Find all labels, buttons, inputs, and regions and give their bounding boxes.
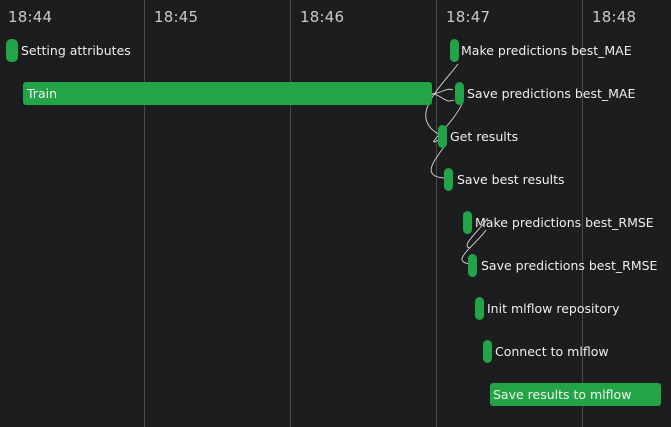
task-label[interactable]: Setting attributes (21, 39, 131, 62)
time-tick-label: 18:44 (8, 8, 53, 26)
task-bar-train[interactable] (23, 82, 432, 105)
task-label[interactable]: Make predictions best_RMSE (475, 211, 654, 234)
task-bar-make-predictions-best-mae[interactable] (450, 39, 459, 62)
time-gridline (144, 0, 145, 427)
task-label[interactable]: Connect to mlflow (495, 340, 609, 363)
time-gridline (436, 0, 437, 427)
task-label[interactable]: Save best results (457, 168, 565, 191)
task-bar-get-results[interactable] (438, 125, 447, 148)
task-bar-save-best-results[interactable] (444, 168, 453, 191)
task-bar-save-predictions-best-mae[interactable] (455, 82, 464, 105)
time-tick-label: 18:47 (446, 8, 491, 26)
time-tick-label: 18:45 (154, 8, 199, 26)
task-label[interactable]: Save predictions best_RMSE (481, 254, 657, 277)
task-label[interactable]: Save predictions best_MAE (467, 82, 635, 105)
dependency-arrow (430, 88, 454, 95)
time-tick-label: 18:46 (300, 8, 345, 26)
time-tick-label: 18:48 (592, 8, 637, 26)
task-label[interactable]: Init mlflow repository (487, 297, 620, 320)
task-label[interactable]: Make predictions best_MAE (461, 39, 632, 62)
time-gridline (290, 0, 291, 427)
dependency-arrow (430, 93, 455, 102)
task-bar-make-predictions-best-rmse[interactable] (463, 211, 472, 234)
task-bar-save-predictions-best-rmse[interactable] (468, 254, 477, 277)
task-bar-setting-attributes[interactable] (6, 39, 18, 62)
task-label[interactable]: Save results to mlflow (493, 383, 631, 406)
timeline-canvas: 18:44 18:45 18:46 18:47 18:48 Setting at… (0, 0, 671, 427)
task-label[interactable]: Get results (450, 125, 518, 148)
task-bar-init-mlflow-repository[interactable] (475, 297, 484, 320)
task-label[interactable]: Train (27, 82, 57, 105)
task-bar-connect-to-mlflow[interactable] (483, 340, 492, 363)
